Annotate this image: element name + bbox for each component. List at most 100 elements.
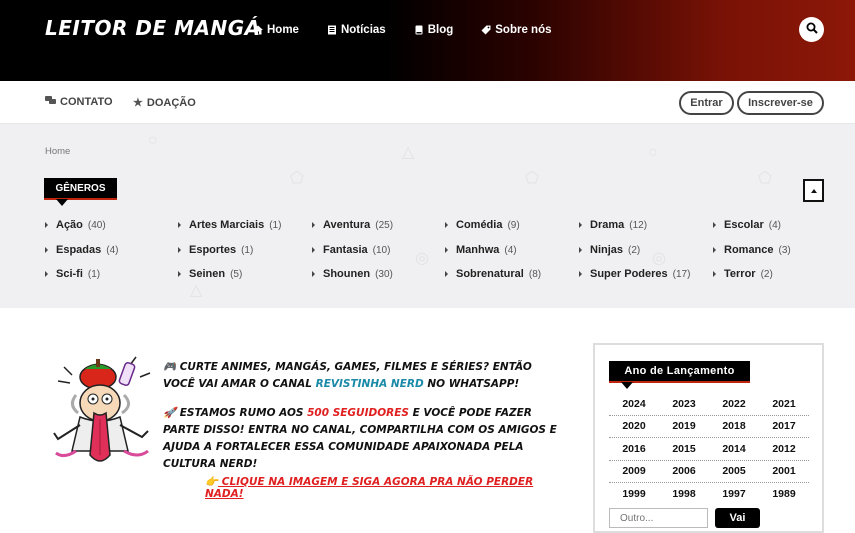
genre-link[interactable]: Comédia (9)	[445, 219, 520, 231]
genre-name: Romance	[724, 244, 774, 256]
year-grid: 2024 2023 2022 2021 2020 2019 2018 2017 2016 2015…	[609, 393, 809, 506]
background-pattern: ◎	[652, 250, 666, 267]
genre-link[interactable]: Super Poderes (17)	[579, 268, 690, 280]
year-row: 2024 2023 2022 2021	[609, 393, 809, 416]
genre-link[interactable]: Espadas (4)	[45, 244, 118, 256]
genre-link[interactable]: Artes Marciais (1)	[178, 219, 281, 231]
year-link[interactable]: 2019	[659, 420, 709, 432]
year-link[interactable]: 2017	[759, 420, 809, 432]
genre-count: (40)	[87, 219, 106, 231]
genre-name: Super Poderes	[590, 268, 668, 280]
year-link[interactable]: 2012	[759, 443, 809, 455]
year-link[interactable]: 2009	[609, 465, 659, 477]
nav-noticias[interactable]: Notícias	[327, 22, 386, 38]
year-link[interactable]: 2021	[759, 398, 809, 410]
genre-name: Escolar	[724, 219, 764, 231]
breadcrumb[interactable]: Home	[45, 146, 70, 157]
year-go-button[interactable]: Vai	[715, 508, 760, 528]
search-button[interactable]	[799, 17, 824, 42]
genre-link[interactable]: Ninjas (2)	[579, 244, 640, 256]
genre-count: (10)	[372, 244, 391, 256]
doacao-link[interactable]: ★ DOAÇÃO	[133, 96, 196, 110]
nav-noticias-label: Notícias	[340, 24, 386, 36]
genre-name: Ninjas	[590, 244, 624, 256]
genre-link[interactable]: Escolar (4)	[713, 219, 781, 231]
year-link[interactable]: 2006	[659, 465, 709, 477]
genre-name: Drama	[590, 219, 625, 231]
genre-count: (2)	[628, 244, 641, 256]
contato-link[interactable]: CONTATO	[45, 96, 113, 108]
promo-cta-link[interactable]: 👉 CLIQUE NA IMAGEM E SIGA AGORA PRA NÃO …	[205, 475, 570, 500]
year-link[interactable]: 2015	[659, 443, 709, 455]
promo-line1-end: NO WHATSAPP!	[423, 378, 520, 390]
bullet-icon	[713, 247, 716, 253]
background-pattern: ⬠	[290, 170, 304, 187]
genre-name: Ação	[56, 219, 83, 231]
background-pattern: ○	[148, 132, 158, 149]
genre-name: Seinen	[189, 268, 226, 280]
year-link[interactable]: 2023	[659, 398, 709, 410]
genre-link[interactable]: Terror (2)	[713, 268, 773, 280]
genre-link[interactable]: Manhwa (4)	[445, 244, 517, 256]
site-header: LEITOR DE MANGÁ Home Notícias Blog Sobre…	[0, 0, 855, 81]
mascot-image[interactable]	[50, 355, 160, 470]
year-input[interactable]	[609, 508, 708, 528]
genre-count: (3)	[778, 244, 791, 256]
promo-text: 🎮 CURTE ANIMES, MANGÁS, GAMES, FILMES E …	[163, 359, 563, 485]
year-link[interactable]: 2016	[609, 443, 659, 455]
inscrever-button[interactable]: Inscrever-se	[737, 91, 824, 115]
bullet-icon	[445, 222, 448, 228]
nav-blog[interactable]: Blog	[414, 22, 453, 38]
whatsapp-promo[interactable]: 🎮 CURTE ANIMES, MANGÁS, GAMES, FILMES E …	[50, 355, 570, 500]
year-link[interactable]: 2020	[609, 420, 659, 432]
bullet-icon	[45, 222, 48, 228]
year-link[interactable]: 1997	[709, 488, 759, 500]
collapse-button[interactable]	[803, 179, 824, 202]
genre-link[interactable]: Fantasia (10)	[312, 244, 390, 256]
bullet-icon	[312, 222, 315, 228]
year-link[interactable]: 2005	[709, 465, 759, 477]
bullet-icon	[579, 222, 582, 228]
genre-name: Shounen	[323, 268, 371, 280]
bullet-icon	[312, 247, 315, 253]
genre-count: (1)	[87, 268, 101, 280]
release-year-title: Ano de Lançamento	[609, 361, 750, 389]
site-logo[interactable]: LEITOR DE MANGÁ	[45, 16, 261, 40]
nav-sobre[interactable]: Sobre nós	[481, 22, 552, 38]
genre-count: (30)	[375, 268, 393, 280]
bullet-icon	[713, 271, 716, 277]
entrar-button[interactable]: Entrar	[679, 91, 734, 115]
genre-link[interactable]: Esportes (1)	[178, 244, 253, 256]
genre-link[interactable]: Aventura (25)	[312, 219, 393, 231]
year-link[interactable]: 1998	[659, 488, 709, 500]
year-link[interactable]: 2022	[709, 398, 759, 410]
promo-channel-link[interactable]: REVISTINHA NERD	[316, 378, 424, 390]
nav-home[interactable]: Home	[253, 22, 299, 38]
year-link[interactable]: 2018	[709, 420, 759, 432]
genre-count: (9)	[507, 219, 520, 231]
year-link[interactable]: 2014	[709, 443, 759, 455]
genre-link[interactable]: Seinen (5)	[178, 268, 242, 280]
genre-link[interactable]: Ação (40)	[45, 219, 106, 231]
genre-name: Esportes	[189, 244, 237, 256]
genre-link[interactable]: Sobrenatural (8)	[445, 268, 541, 280]
genre-link[interactable]: Shounen (30)	[312, 268, 393, 280]
genre-name: Manhwa	[456, 244, 500, 256]
genres-panel: ○ ⬠ △ ⬠ ○ ⬠ ◎ ◎ △ Home GÊNEROS Ação (40) A…	[0, 124, 855, 308]
genre-link[interactable]: Drama (12)	[579, 219, 647, 231]
year-link[interactable]: 1989	[759, 488, 809, 500]
release-year-widget: Ano de Lançamento 2024 2023 2022 2021 2020 20…	[593, 343, 824, 533]
genre-link[interactable]: Sci-fi (1)	[45, 268, 100, 280]
genre-name: Fantasia	[323, 244, 368, 256]
year-link[interactable]: 1999	[609, 488, 659, 500]
genre-link[interactable]: Romance (3)	[713, 244, 791, 256]
year-link[interactable]: 2024	[609, 398, 659, 410]
year-link[interactable]: 2001	[759, 465, 809, 477]
genre-count: (4)	[768, 219, 781, 231]
year-row: 2020 2019 2018 2017	[609, 416, 809, 438]
genre-name: Terror	[724, 268, 756, 280]
home-icon	[253, 25, 263, 35]
doacao-label: DOAÇÃO	[146, 96, 196, 109]
promo-followers-highlight: 500 SEGUIDORES	[307, 407, 409, 419]
secondary-bar: CONTATO ★ DOAÇÃO Entrar Inscrever-se	[0, 81, 855, 124]
